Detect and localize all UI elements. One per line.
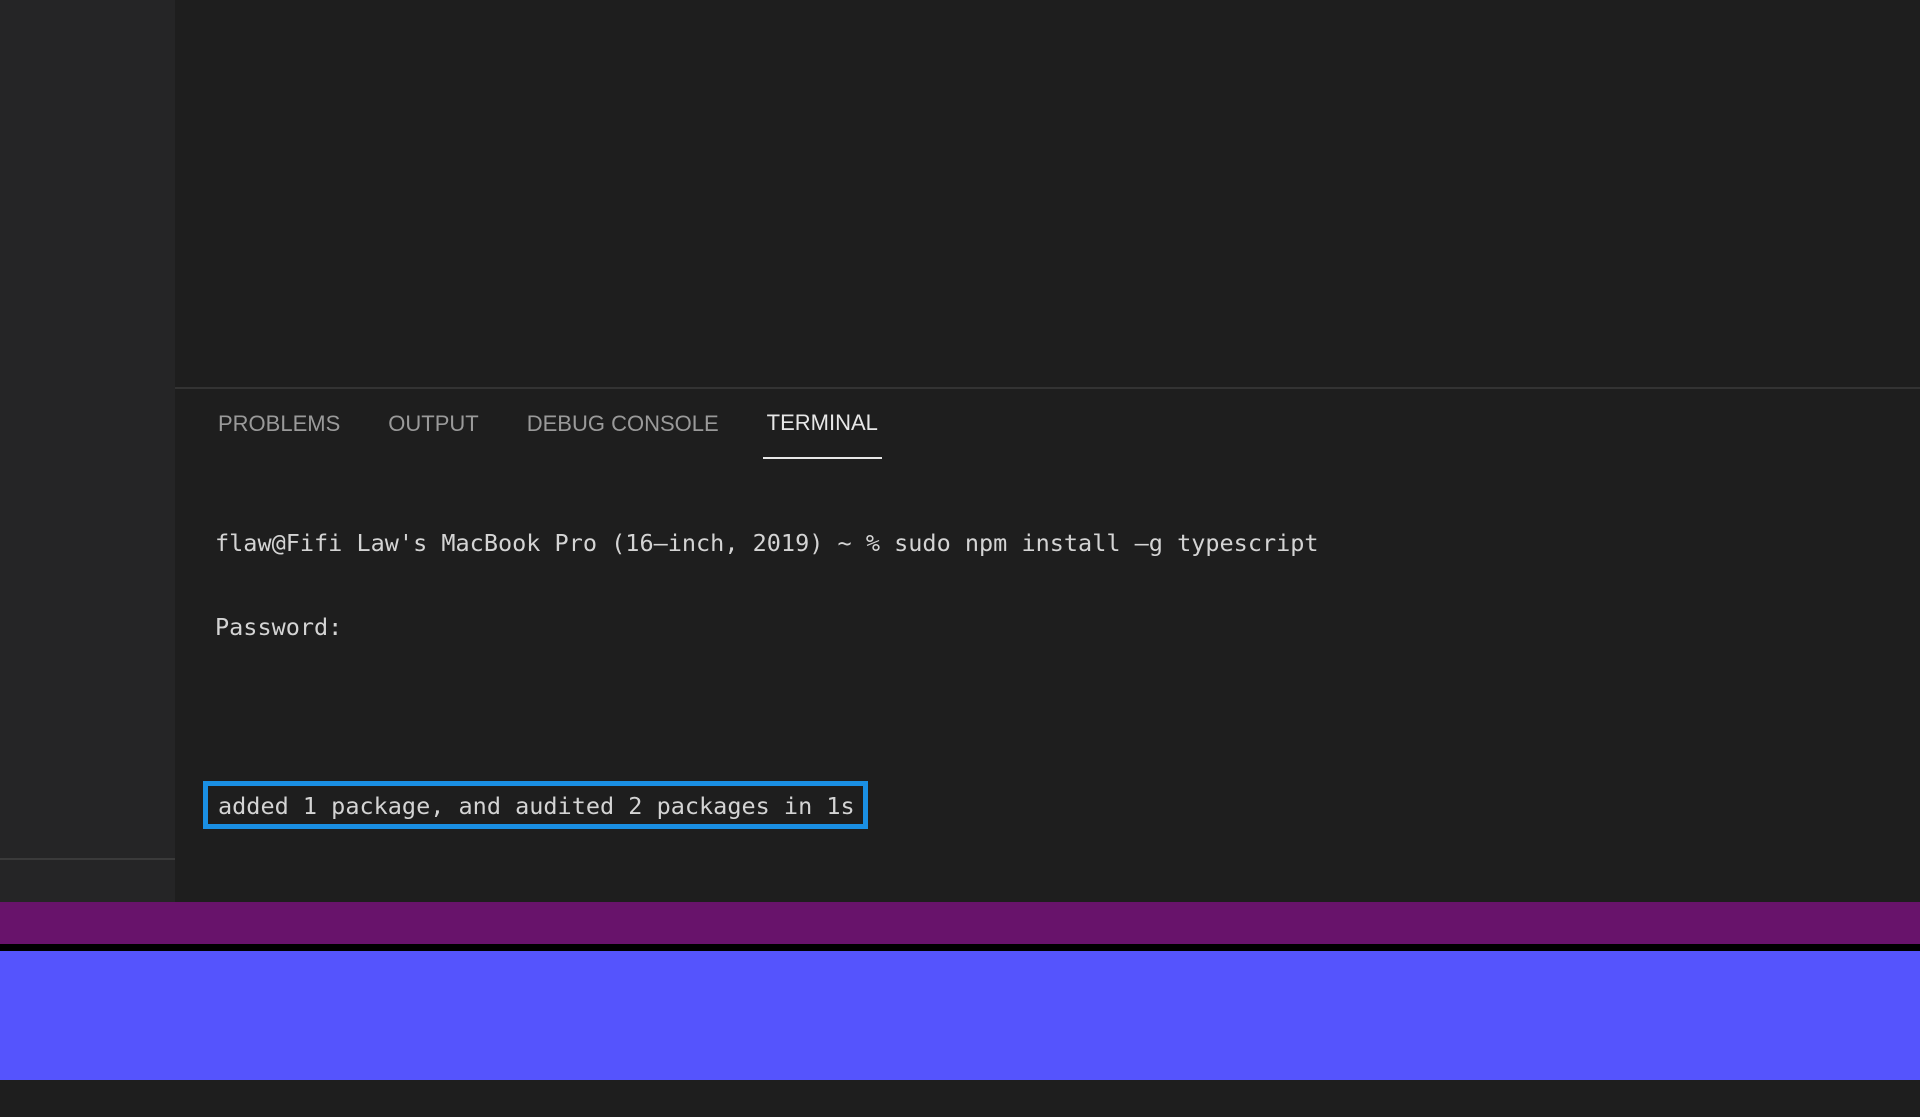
tab-debug-console[interactable]: DEBUG CONSOLE xyxy=(523,389,723,459)
highlighted-output: added 1 package, and audited 2 packages … xyxy=(203,781,868,829)
bottom-color-area xyxy=(0,951,1920,1080)
tab-output[interactable]: OUTPUT xyxy=(384,389,482,459)
editor-area[interactable] xyxy=(175,0,1920,387)
added-packages-line: added 1 package, and audited 2 packages … xyxy=(218,792,855,820)
divider-line xyxy=(0,944,1920,951)
terminal-output[interactable]: flaw@Fifi Law's MacBook Pro (16–inch, 20… xyxy=(203,473,1880,1061)
tab-terminal[interactable]: TERMINAL xyxy=(762,389,882,459)
panel-tabs: PROBLEMS OUTPUT DEBUG CONSOLE TERMINAL xyxy=(175,389,882,459)
sidebar xyxy=(0,0,175,902)
status-bar xyxy=(0,902,1920,944)
password-line: Password: xyxy=(215,613,343,641)
sidebar-divider xyxy=(0,858,175,860)
bottom-panel: PROBLEMS OUTPUT DEBUG CONSOLE TERMINAL f… xyxy=(175,387,1920,1061)
tab-problems[interactable]: PROBLEMS xyxy=(214,389,344,459)
command-line: flaw@Fifi Law's MacBook Pro (16–inch, 20… xyxy=(215,529,1880,557)
terminal-command: sudo npm install –g typescript xyxy=(894,529,1319,557)
terminal-prompt: flaw@Fifi Law's MacBook Pro (16–inch, 20… xyxy=(215,529,880,557)
